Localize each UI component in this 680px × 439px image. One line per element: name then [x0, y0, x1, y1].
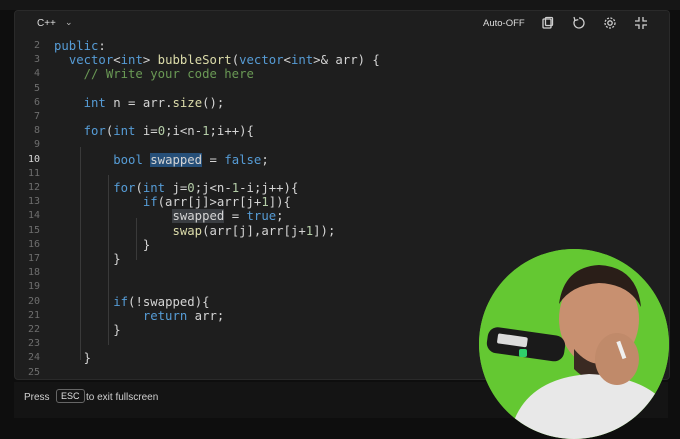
press-label: Press [24, 392, 50, 403]
chevron-down-icon[interactable]: ⌄ [65, 17, 73, 28]
code-line[interactable]: 12 for(int j=0;j<n-1-i;j++){ [15, 181, 669, 195]
line-number: 9 [33, 139, 40, 151]
line-number: 7 [33, 111, 40, 122]
indent-guide [80, 146, 81, 360]
code-text[interactable]: } [54, 351, 91, 365]
line-number: 16 [27, 238, 40, 250]
code-text[interactable]: int n = arr.size(); [54, 96, 225, 110]
line-number: 19 [27, 281, 40, 293]
code-text[interactable]: // Write your code here [54, 67, 254, 81]
code-text[interactable]: if(arr[j]>arr[j+1]){ [54, 195, 291, 209]
code-text[interactable]: } [54, 323, 120, 337]
exit-fullscreen-label: to exit fullscreen [86, 392, 159, 403]
code-text[interactable]: swap(arr[j],arr[j+1]); [54, 224, 335, 238]
line-number: 5 [33, 82, 40, 94]
reset-icon[interactable] [571, 15, 587, 31]
code-line[interactable]: 9 [15, 138, 669, 152]
line-number: 6 [33, 96, 40, 108]
code-text[interactable]: for(int j=0;j<n-1-i;j++){ [54, 181, 298, 195]
line-number: 10 [27, 153, 40, 165]
code-line[interactable]: 8 for(int i=0;i<n-1;i++){ [15, 124, 669, 138]
presenter-video [479, 249, 669, 439]
line-number: 24 [27, 352, 40, 364]
line-number: 22 [27, 324, 40, 335]
line-number: 21 [27, 309, 40, 321]
line-number: 17 [27, 253, 40, 264]
line-number: 15 [27, 224, 40, 236]
code-text[interactable]: vector<int> bubbleSort(vector<int>& arr)… [54, 53, 380, 67]
code-text[interactable]: swapped = true; [54, 209, 284, 224]
code-line[interactable]: 6 int n = arr.size(); [15, 96, 669, 110]
settings-icon[interactable] [602, 15, 618, 31]
code-text[interactable]: public: [54, 39, 106, 53]
line-number: 14 [27, 210, 40, 222]
indent-guide [136, 217, 137, 261]
line-number: 11 [27, 167, 40, 179]
line-number: 3 [33, 54, 40, 66]
code-line[interactable]: 3 vector<int> bubbleSort(vector<int>& ar… [15, 53, 669, 67]
code-text[interactable]: for(int i=0;i<n-1;i++){ [54, 124, 254, 138]
code-text[interactable]: bool swapped = false; [54, 152, 269, 167]
language-selector[interactable]: C++ [37, 18, 56, 29]
window-top-strip [0, 0, 680, 10]
code-line[interactable]: 5 [15, 82, 669, 96]
line-number: 13 [27, 196, 40, 208]
line-number: 23 [27, 338, 40, 350]
code-line[interactable]: 7 [15, 110, 669, 124]
line-number: 12 [27, 182, 40, 193]
code-text[interactable]: } [54, 252, 120, 266]
line-number: 18 [27, 267, 40, 279]
code-line[interactable]: 13 if(arr[j]>arr[j+1]){ [15, 195, 669, 209]
copy-icon[interactable] [539, 15, 555, 31]
editor-toolbar: C++ ⌄ Auto-OFF [15, 11, 669, 37]
line-number: 8 [33, 125, 40, 137]
line-number: 4 [33, 68, 40, 80]
code-line[interactable]: 15 swap(arr[j],arr[j+1]); [15, 224, 669, 238]
line-number: 2 [33, 40, 40, 51]
code-text[interactable]: if(!swapped){ [54, 295, 209, 309]
indent-guide [108, 175, 109, 346]
code-line[interactable]: 14 swapped = true; [15, 209, 669, 224]
esc-key-badge: ESC [56, 389, 85, 403]
exit-fullscreen-icon[interactable] [633, 15, 649, 31]
code-line[interactable]: 11 [15, 167, 669, 181]
line-number: 20 [27, 295, 40, 307]
line-number: 25 [27, 366, 40, 378]
code-line[interactable]: 4 // Write your code here [15, 67, 669, 81]
webcam-overlay [479, 249, 669, 439]
code-line[interactable]: 10 bool swapped = false; [15, 152, 669, 167]
auto-toggle-button[interactable]: Auto-OFF [483, 18, 525, 29]
code-line[interactable]: 2 public: [15, 39, 669, 53]
